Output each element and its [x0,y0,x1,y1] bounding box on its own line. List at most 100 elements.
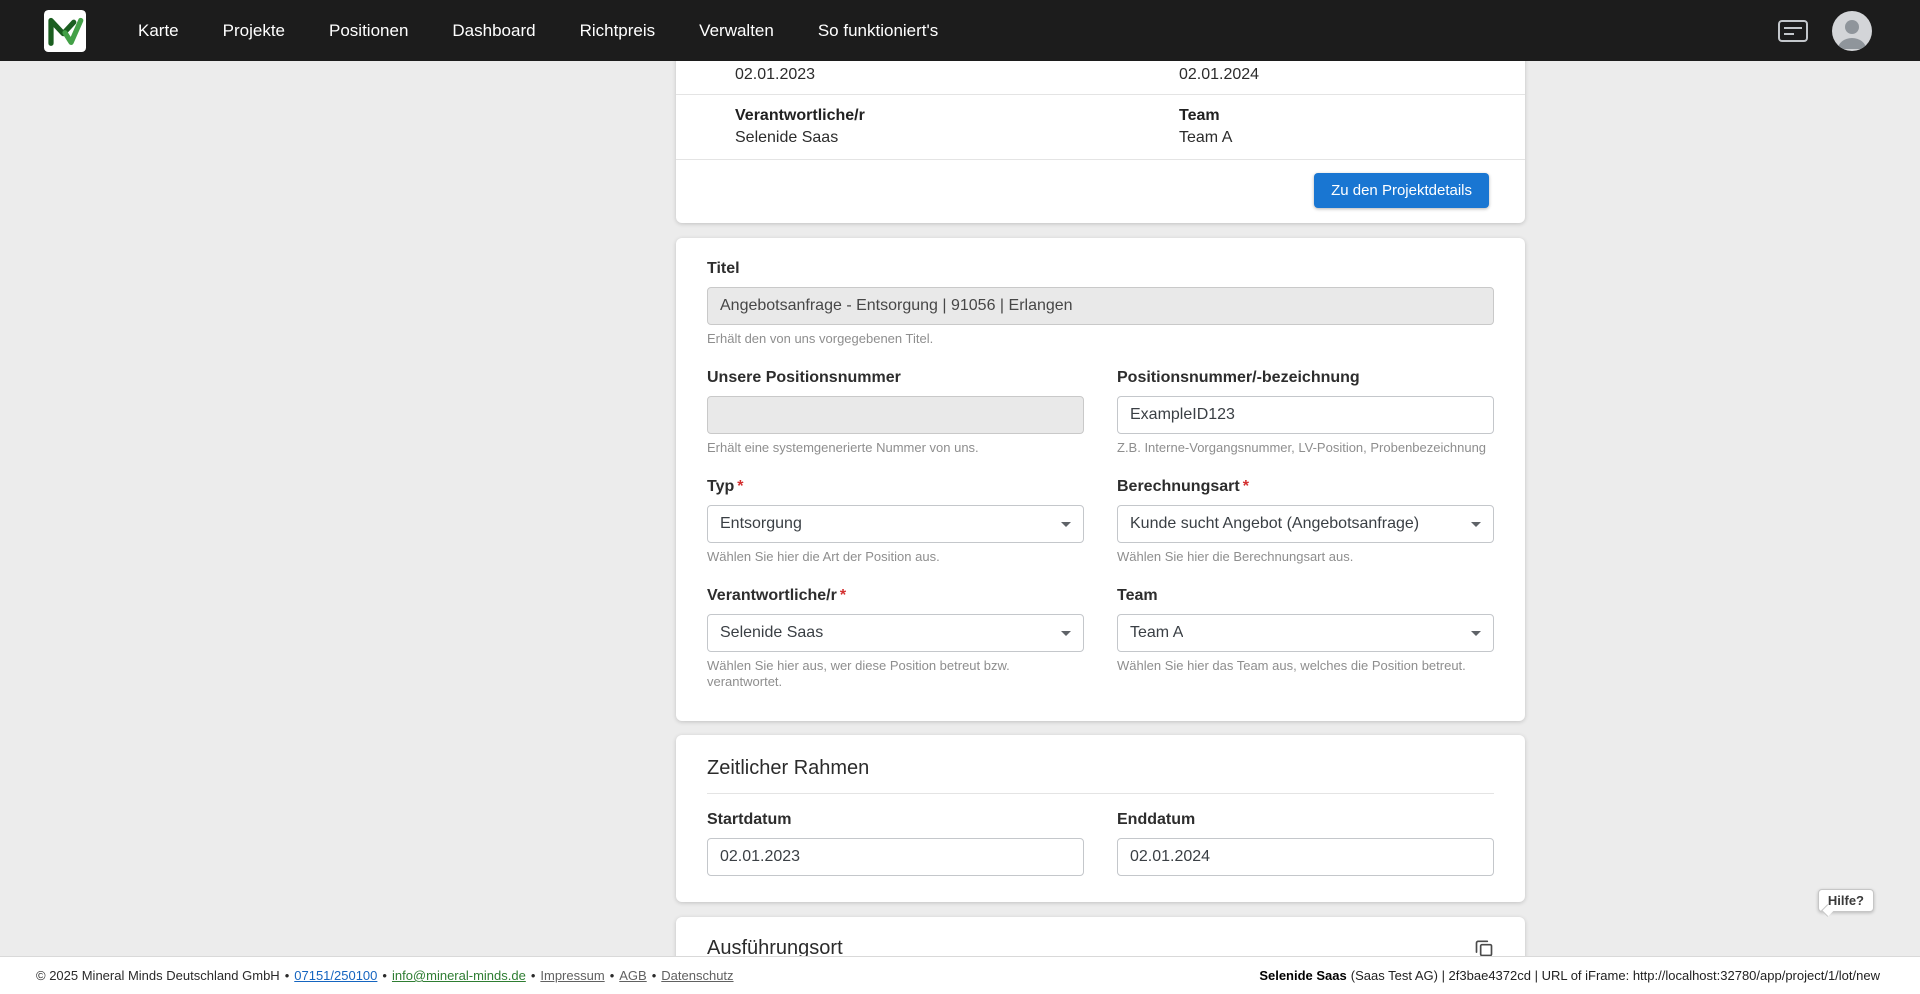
titel-label-text: Titel [707,260,740,277]
zeitlicher-rahmen-card: Zeitlicher Rahmen Startdatum Enddatum [676,735,1525,902]
footer-separator: • [652,968,657,983]
berechnungsart-select[interactable]: Kunde sucht Angebot (Angebotsanfrage) [1117,505,1494,543]
nav-so-funktionierts[interactable]: So funktioniert's [818,21,938,41]
positionsnummer-hint: Z.B. Interne-Vorgangsnummer, LV-Position… [1117,440,1494,456]
project-start-date: 02.01.2023 [735,66,1179,84]
main-content: 02.01.2023 02.01.2024 Verantwortliche/r … [0,61,1920,956]
field-titel: Titel Erhält den von uns vorgegebenen Ti… [707,259,1494,347]
project-summary-card: 02.01.2023 02.01.2024 Verantwortliche/r … [676,61,1525,223]
team-select[interactable]: Team A [1117,614,1494,652]
unsere-positionsnummer-input [707,396,1084,434]
field-berechnungsart: Berechnungsart* Kunde sucht Angebot (Ang… [1117,477,1494,565]
copy-icon[interactable] [1474,938,1494,956]
top-navbar: Karte Projekte Positionen Dashboard Rich… [0,0,1920,61]
app-screen: Karte Projekte Positionen Dashboard Rich… [0,0,1920,994]
project-details-button[interactable]: Zu den Projektdetails [1314,173,1489,208]
footer-email-link[interactable]: info@mineral-minds.de [392,968,526,983]
divider [707,793,1494,794]
nav-dashboard[interactable]: Dashboard [452,21,535,41]
titel-input [707,287,1494,325]
form-grid: Unsere Positionsnummer Erhält eine syste… [707,368,1494,711]
field-typ: Typ* Entsorgung Wählen Sie hier die Art … [707,477,1084,565]
help-button[interactable]: Hilfe? [1818,889,1874,912]
ausfuehrungsort-header: Ausführungsort [707,935,1494,956]
startdatum-label-text: Startdatum [707,811,791,828]
berechnungsart-hint: Wählen Sie hier die Berechnungsart aus. [1117,549,1494,565]
account-icon [1832,11,1872,51]
team-select-label-text: Team [1117,587,1158,604]
responsible-value: Selenide Saas [735,129,1179,147]
positionsnummer-label: Positionsnummer/-bezeichnung [1117,368,1494,388]
startdatum-input[interactable] [707,838,1084,876]
typ-select-value: Entsorgung [720,515,802,533]
enddatum-input[interactable] [1117,838,1494,876]
chevron-down-icon [1061,631,1071,636]
project-card-actions: Zu den Projektdetails [676,160,1525,223]
field-enddatum: Enddatum [1117,810,1494,876]
main-nav: Karte Projekte Positionen Dashboard Rich… [138,21,938,41]
team-value: Team A [1179,129,1466,147]
footer-separator: • [610,968,615,983]
typ-label-text: Typ [707,478,734,495]
required-asterisk: * [737,478,743,495]
field-team: Team Team A Wählen Sie hier das Team aus… [1117,586,1494,690]
berechnungsart-select-value: Kunde sucht Angebot (Angebotsanfrage) [1130,515,1419,533]
verantwortlicher-label: Verantwortliche/r* [707,586,1084,606]
footer-agb-link[interactable]: AGB [619,968,646,983]
content-column: 02.01.2023 02.01.2024 Verantwortliche/r … [676,61,1525,956]
berechnungsart-label: Berechnungsart* [1117,477,1494,497]
verantwortlicher-select[interactable]: Selenide Saas [707,614,1084,652]
nav-verwalten[interactable]: Verwalten [699,21,774,41]
enddatum-label: Enddatum [1117,810,1494,830]
unsere-positionsnummer-hint: Erhält eine systemgenerierte Nummer von … [707,440,1084,456]
verantwortlicher-select-value: Selenide Saas [720,624,823,642]
startdatum-label: Startdatum [707,810,1084,830]
chevron-down-icon [1471,631,1481,636]
unsere-positionsnummer-label: Unsere Positionsnummer [707,368,1084,388]
server-icon[interactable] [1778,20,1808,42]
zeitlicher-rahmen-title: Zeitlicher Rahmen [707,755,1494,781]
typ-hint: Wählen Sie hier die Art der Position aus… [707,549,1084,565]
required-asterisk: * [1243,478,1249,495]
positionsnummer-input[interactable] [1117,396,1494,434]
unsere-positionsnummer-label-text: Unsere Positionsnummer [707,369,901,386]
footer-separator: • [285,968,290,983]
footer-copyright: © 2025 Mineral Minds Deutschland GmbH [36,968,280,983]
field-verantwortlicher: Verantwortliche/r* Selenide Saas Wählen … [707,586,1084,690]
typ-label: Typ* [707,477,1084,497]
team-select-label: Team [1117,586,1494,606]
nav-karte[interactable]: Karte [138,21,179,41]
verantwortlicher-hint: Wählen Sie hier aus, wer diese Position … [707,658,1084,690]
nav-richtpreis[interactable]: Richtpreis [580,21,656,41]
footer: © 2025 Mineral Minds Deutschland GmbH • … [0,956,1920,994]
project-end-date: 02.01.2024 [1179,66,1466,84]
positionsnummer-label-text: Positionsnummer/-bezeichnung [1117,369,1360,386]
nav-positionen[interactable]: Positionen [329,21,408,41]
field-startdatum: Startdatum [707,810,1084,876]
ausfuehrungsort-card: Ausführungsort Ort* [676,917,1525,956]
project-people-row: Verantwortliche/r Selenide Saas Team Tea… [676,95,1525,159]
team-hint: Wählen Sie hier das Team aus, welches di… [1117,658,1494,674]
footer-phone-link[interactable]: 07151/250100 [294,968,377,983]
team-select-value: Team A [1130,624,1183,642]
zeitlicher-rahmen-grid: Startdatum Enddatum [707,810,1494,876]
chevron-down-icon [1061,522,1071,527]
mineral-minds-logo[interactable] [44,10,86,52]
titel-hint: Erhält den von uns vorgegebenen Titel. [707,331,1494,347]
footer-session-info: Selenide Saas(Saas Test AG) | 2f3bae4372… [1259,968,1880,983]
user-avatar[interactable] [1832,11,1872,51]
footer-impressum-link[interactable]: Impressum [540,968,604,983]
required-asterisk: * [840,587,846,604]
session-user: Selenide Saas [1259,968,1346,983]
nav-projekte[interactable]: Projekte [223,21,285,41]
field-unsere-positionsnummer: Unsere Positionsnummer Erhält eine syste… [707,368,1084,456]
titel-label: Titel [707,259,1494,279]
logo-m-check-icon [44,10,86,52]
project-responsible-cell: Verantwortliche/r Selenide Saas [735,107,1179,147]
footer-left: © 2025 Mineral Minds Deutschland GmbH • … [36,968,734,983]
footer-datenschutz-link[interactable]: Datenschutz [661,968,733,983]
team-label: Team [1179,107,1466,125]
enddatum-label-text: Enddatum [1117,811,1195,828]
typ-select[interactable]: Entsorgung [707,505,1084,543]
responsible-label: Verantwortliche/r [735,107,1179,125]
